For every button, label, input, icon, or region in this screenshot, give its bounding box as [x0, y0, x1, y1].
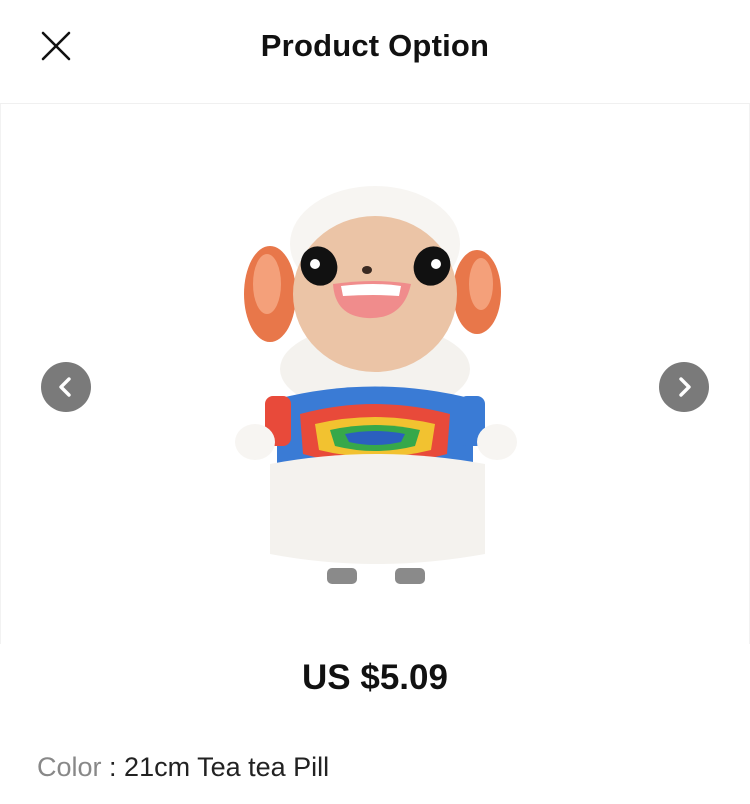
- selected-option: Color : 21cm Tea tea Pill: [37, 752, 329, 783]
- product-price: US $5.09: [302, 658, 448, 697]
- horn-left-inner: [253, 254, 281, 314]
- eye-right-shine: [431, 259, 441, 269]
- chevron-left-icon: [59, 377, 71, 397]
- foot-right: [395, 568, 425, 584]
- next-image-button[interactable]: [659, 362, 709, 412]
- foot-left: [327, 568, 357, 584]
- body-fleece: [270, 454, 485, 564]
- page-title: Product Option: [260, 28, 490, 63]
- horn-right-inner: [469, 258, 493, 310]
- product-image-gallery[interactable]: [0, 104, 750, 644]
- eye-left-shine: [310, 259, 320, 269]
- product-option-screen: Product Option US $5.09 Color: 21cm Tea…: [0, 0, 750, 804]
- option-separator: :: [101, 752, 125, 782]
- nose: [362, 266, 372, 274]
- option-value: 21cm Tea tea Pill: [124, 752, 330, 782]
- hand-right: [477, 424, 517, 460]
- chevron-right-icon: [679, 377, 691, 397]
- shirt-tiedye-blue: [345, 431, 405, 445]
- product-image: [235, 186, 517, 584]
- hand-left: [235, 424, 275, 460]
- option-label: Color: [37, 752, 102, 782]
- teeth: [341, 284, 401, 296]
- gallery-divider: [0, 104, 1, 644]
- header-bar: Product Option: [0, 0, 750, 104]
- previous-image-button[interactable]: [41, 362, 91, 412]
